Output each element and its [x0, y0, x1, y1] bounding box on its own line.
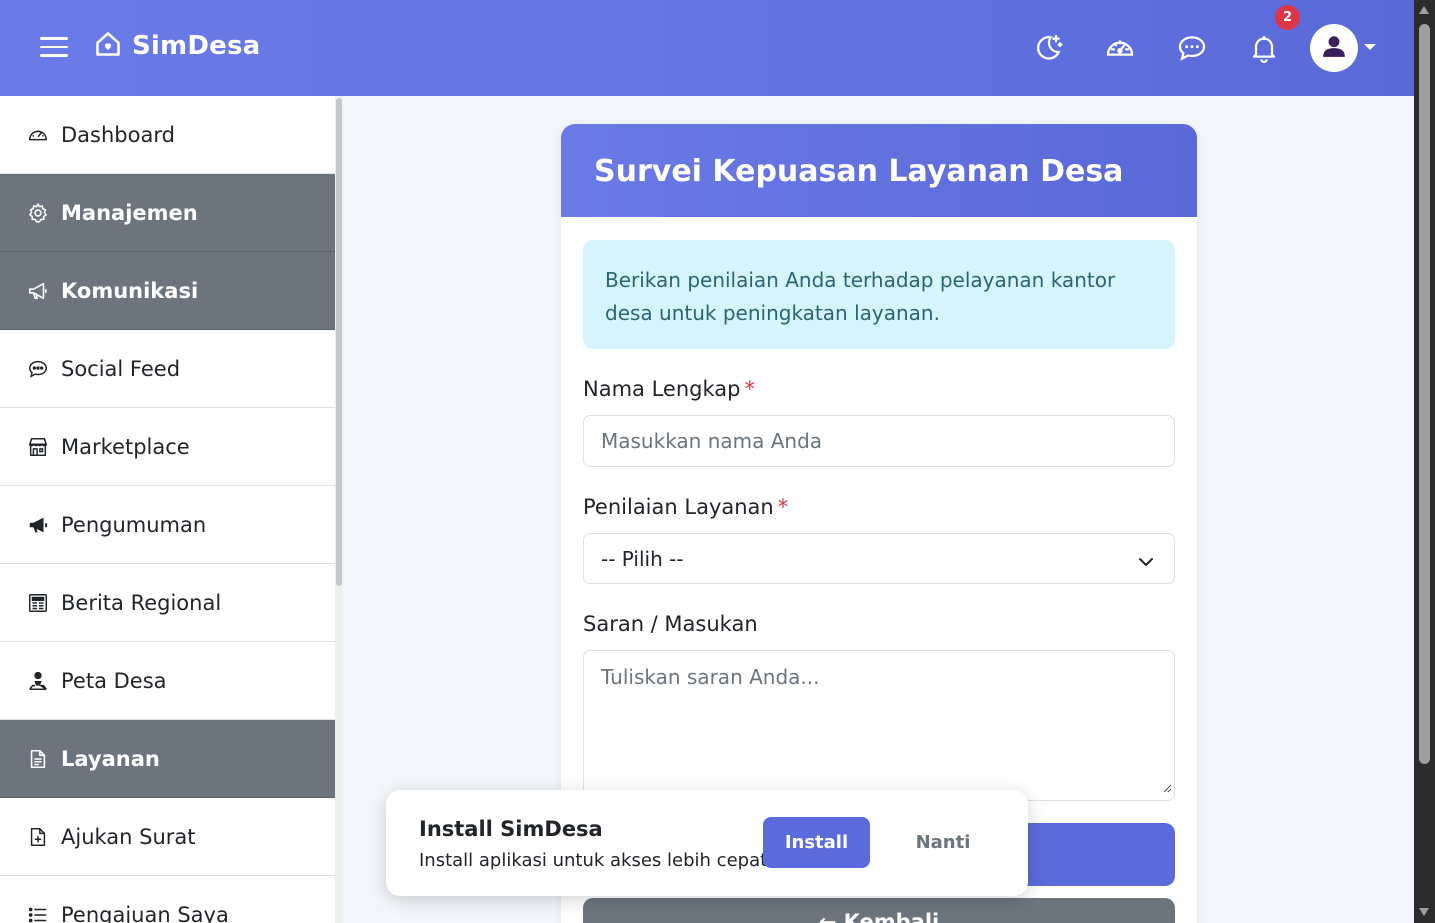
sidebar-item-label: Pengumuman [61, 512, 207, 537]
sidebar-item-label: Berita Regional [61, 590, 222, 615]
sidebar-item-label: Komunikasi [61, 278, 199, 303]
sidebar-item-dashboard[interactable]: Dashboard [0, 96, 335, 174]
later-button[interactable]: Nanti [892, 817, 994, 868]
scroll-down-arrow-icon[interactable] [1419, 908, 1429, 916]
required-mark: * [744, 377, 755, 401]
install-popup-description: Install aplikasi untuk akses lebih cepat [419, 850, 768, 871]
suggestion-placeholder: Tuliskan saran Anda... [601, 665, 820, 689]
bell-icon[interactable] [1247, 31, 1281, 65]
menu-toggle-icon[interactable] [40, 37, 68, 59]
sidebar-item-label: Ajukan Surat [61, 824, 196, 849]
brand[interactable]: SimDesa [94, 30, 260, 62]
notification-badge: 2 [1275, 5, 1300, 30]
rating-select[interactable]: -- Pilih -- [583, 533, 1175, 584]
user-avatar[interactable] [1310, 24, 1358, 72]
sidebar-item-label: Layanan [61, 746, 160, 771]
megaphone-fill-icon [26, 513, 50, 537]
top-navbar: SimDesa 2 [0, 0, 1414, 96]
install-popup: Install SimDesa Install aplikasi untuk a… [386, 790, 1028, 896]
sidebar-item-pengajuan-saya[interactable]: Pengajuan Saya [0, 876, 335, 923]
file-text-icon [26, 747, 50, 771]
sidebar-item-label: Peta Desa [61, 668, 167, 693]
name-label-text: Nama Lengkap [583, 377, 741, 401]
page-title: Survei Kepuasan Layanan Desa [594, 154, 1124, 189]
sidebar-item-peta-desa[interactable]: Peta Desa [0, 642, 335, 720]
brand-name: SimDesa [132, 31, 261, 61]
sidebar-item-pengumuman[interactable]: Pengumuman [0, 486, 335, 564]
window-scrollbar-thumb[interactable] [1419, 24, 1430, 764]
suggestion-label: Saran / Masukan [583, 612, 758, 636]
suggestion-textarea[interactable]: Tuliskan saran Anda... [583, 650, 1175, 801]
sidebar-item-label: Manajemen [61, 200, 198, 225]
person-icon [1321, 33, 1347, 63]
name-placeholder: Masukkan nama Anda [601, 429, 823, 453]
install-popup-title: Install SimDesa [419, 817, 603, 841]
file-plus-icon [26, 825, 50, 849]
megaphone-icon [26, 279, 50, 303]
resize-handle-icon[interactable] [1162, 774, 1172, 798]
user-dropdown-caret-icon[interactable] [1364, 44, 1376, 50]
chat-dots-icon[interactable] [1175, 31, 1209, 65]
sidebar-section-komunikasi[interactable]: Komunikasi [0, 252, 335, 330]
name-input[interactable]: Masukkan nama Anda [583, 415, 1175, 467]
speedometer-icon[interactable] [1103, 31, 1137, 65]
moon-stars-icon[interactable] [1031, 31, 1065, 65]
rating-label: Penilaian Layanan * [583, 495, 788, 519]
card-header: Survei Kepuasan Layanan Desa [561, 124, 1197, 217]
home-heart-icon [94, 30, 122, 62]
scroll-up-arrow-icon[interactable] [1419, 6, 1429, 14]
info-alert: Berikan penilaian Anda terhadap pelayana… [583, 240, 1175, 349]
rating-label-text: Penilaian Layanan [583, 495, 774, 519]
name-label: Nama Lengkap * [583, 377, 755, 401]
sidebar-item-label: Marketplace [61, 434, 190, 459]
required-mark: * [777, 495, 789, 519]
sidebar-item-marketplace[interactable]: Marketplace [0, 408, 335, 486]
sidebar-item-label: Pengajuan Saya [61, 902, 229, 923]
sidebar-item-label: Social Feed [61, 356, 181, 381]
sidebar-item-label: Dashboard [61, 122, 175, 147]
sidebar-section-manajemen[interactable]: Manajemen [0, 174, 335, 252]
person-pin-icon [26, 669, 50, 693]
sidebar-item-berita-regional[interactable]: Berita Regional [0, 564, 335, 642]
sidebar-section-layanan[interactable]: Layanan [0, 720, 335, 798]
window-scrollbar[interactable] [1414, 0, 1435, 923]
sidebar-item-ajukan-surat[interactable]: Ajukan Surat [0, 798, 335, 876]
speedometer-icon [26, 123, 50, 147]
sidebar-item-social-feed[interactable]: Social Feed [0, 330, 335, 408]
sidebar: Dashboard Manajemen Komunikasi Social Fe… [0, 96, 343, 923]
rating-selected-value: -- Pilih -- [601, 546, 684, 571]
sidebar-scrollbar-thumb[interactable] [336, 98, 342, 586]
chat-dots-icon [26, 357, 50, 381]
install-button[interactable]: Install [763, 817, 870, 868]
shop-icon [26, 435, 50, 459]
back-button[interactable]: ← Kembali [583, 898, 1175, 923]
newspaper-icon [26, 591, 50, 615]
list-icon [26, 903, 50, 923]
gear-icon [26, 201, 50, 225]
chevron-down-icon [1138, 551, 1154, 575]
